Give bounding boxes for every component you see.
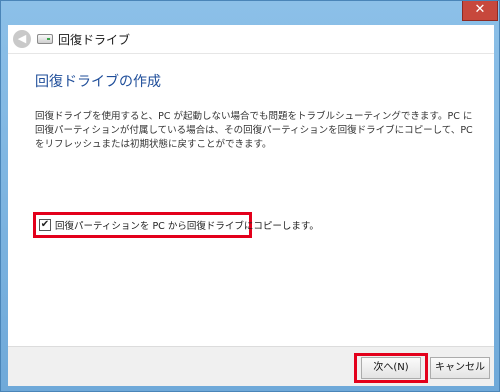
copy-recovery-partition-option[interactable]: ✔ 回復パーティションを PC から回復ドライブにコピーします。 <box>33 212 319 238</box>
window-title: 回復ドライブ <box>58 32 131 47</box>
wizard-content: 回復ドライブの作成 回復ドライブを使用すると、PC が起動しない場合でも問題をト… <box>8 53 494 346</box>
copy-recovery-partition-checkbox[interactable]: ✔ <box>39 219 51 231</box>
nav-bar: ◀ 回復ドライブ <box>8 25 494 53</box>
recovery-drive-window: ✕ ◀ 回復ドライブ 回復ドライブの作成 回復ドライブを使用すると、PC が起動… <box>0 0 500 392</box>
back-button[interactable]: ◀ <box>13 30 31 48</box>
drive-icon <box>37 34 53 44</box>
back-arrow-icon: ◀ <box>17 32 27 45</box>
page-description: 回復ドライブを使用すると、PC が起動しない場合でも問題をトラブルシューティング… <box>35 111 473 150</box>
page-heading: 回復ドライブの作成 <box>35 74 161 90</box>
close-icon: ✕ <box>474 2 486 17</box>
wizard-footer: 次へ(N) キャンセル <box>8 346 494 386</box>
next-button-highlight: 次へ(N) <box>354 353 428 383</box>
next-button[interactable]: 次へ(N) <box>361 357 421 379</box>
cancel-button[interactable]: キャンセル <box>430 357 490 379</box>
copy-recovery-partition-label[interactable]: 回復パーティションを PC から回復ドライブにコピーします。 <box>55 218 319 232</box>
checkmark-icon: ✔ <box>40 219 50 230</box>
close-button[interactable]: ✕ <box>462 1 498 21</box>
